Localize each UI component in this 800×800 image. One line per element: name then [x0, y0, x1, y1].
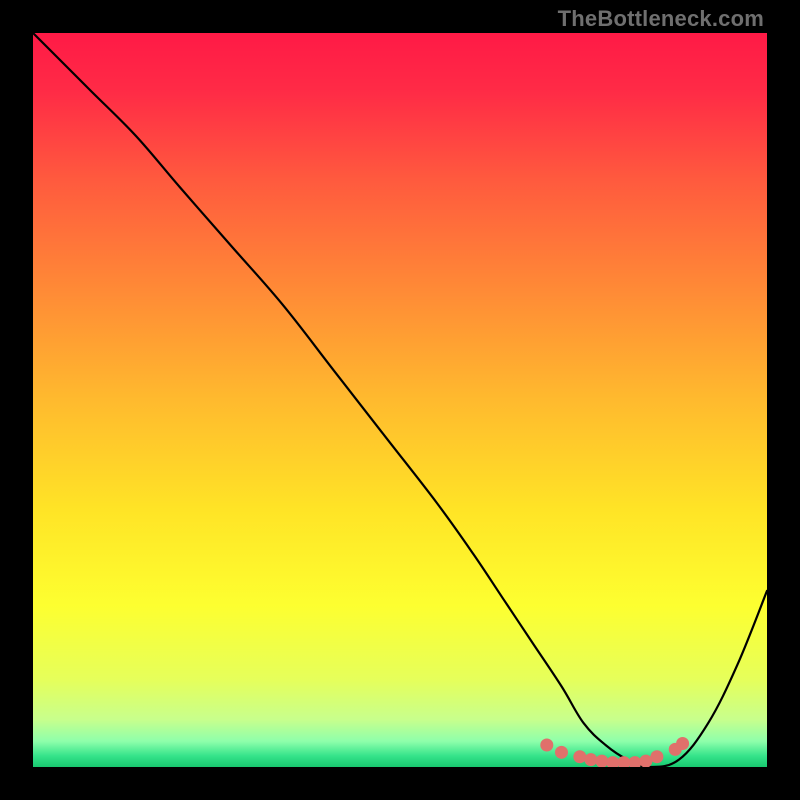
- optimal-marker-dot: [540, 738, 553, 751]
- bottleneck-chart: [33, 33, 767, 767]
- optimal-marker-dot: [584, 753, 597, 766]
- optimal-marker-dot: [650, 750, 663, 763]
- watermark-text: TheBottleneck.com: [558, 6, 764, 32]
- optimal-marker-dot: [555, 746, 568, 759]
- optimal-marker-dot: [573, 750, 586, 763]
- optimal-marker-dot: [676, 737, 689, 750]
- chart-plot-area: [33, 33, 767, 767]
